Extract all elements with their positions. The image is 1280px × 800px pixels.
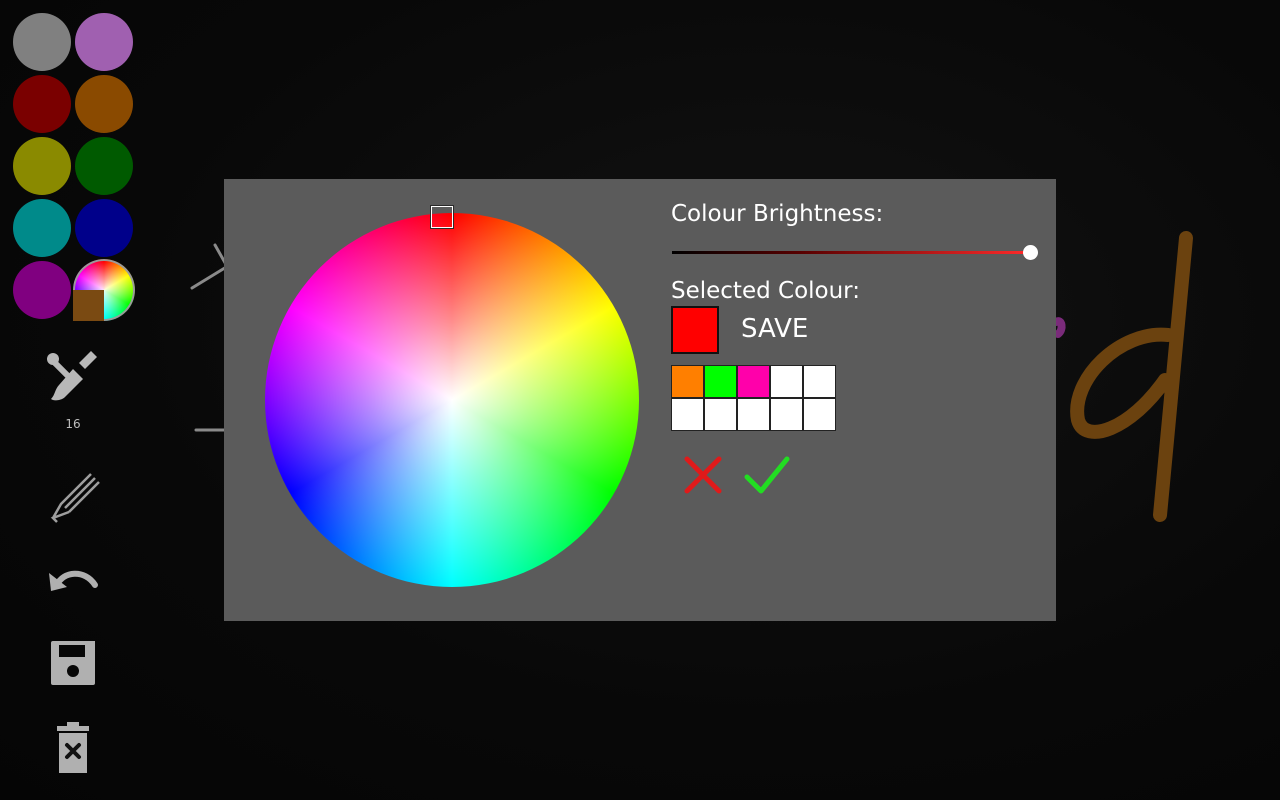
palette-swatch-brown-orange[interactable] xyxy=(75,75,133,133)
palette-swatch-purple[interactable] xyxy=(13,261,71,319)
current-colour-indicator xyxy=(73,290,104,321)
saved-colour-slot[interactable] xyxy=(804,399,835,430)
toolbar: 16 xyxy=(0,0,146,800)
brightness-slider-thumb[interactable] xyxy=(1022,245,1038,260)
brush-tool-button[interactable] xyxy=(40,342,106,408)
eraser-icon xyxy=(50,473,100,523)
confirm-button[interactable] xyxy=(743,452,791,498)
saved-colour-slot[interactable] xyxy=(738,399,769,430)
save-icon xyxy=(51,641,95,685)
palette-swatch-teal[interactable] xyxy=(13,199,71,257)
trash-icon xyxy=(57,722,89,773)
palette-swatch-grey[interactable] xyxy=(13,13,71,71)
palette-swatch-navy[interactable] xyxy=(75,199,133,257)
saved-colour-slot[interactable] xyxy=(804,366,835,397)
selected-colour-label: Selected Colour: xyxy=(671,278,860,304)
saved-colour-slot[interactable] xyxy=(738,366,769,397)
saved-colour-slot[interactable] xyxy=(771,399,802,430)
colour-picker-dialog: Colour Brightness: Selected Colour: SAVE xyxy=(224,179,1056,621)
close-icon xyxy=(684,456,722,494)
saved-colour-slot[interactable] xyxy=(705,399,736,430)
palette-swatch-lilac[interactable] xyxy=(75,13,133,71)
selected-colour-swatch xyxy=(671,306,719,354)
cancel-button[interactable] xyxy=(679,452,727,498)
undo-icon xyxy=(49,570,98,591)
clear-canvas-button[interactable] xyxy=(40,715,106,781)
saved-colours-grid xyxy=(671,365,836,431)
save-colour-button[interactable]: SAVE xyxy=(741,314,808,344)
saved-colour-slot[interactable] xyxy=(771,366,802,397)
colour-wheel-marker[interactable] xyxy=(430,205,454,229)
saved-colour-slot[interactable] xyxy=(705,366,736,397)
palette-swatch-dark-red[interactable] xyxy=(13,75,71,133)
palette-swatch-olive[interactable] xyxy=(13,137,71,195)
save-drawing-button[interactable] xyxy=(40,630,106,696)
checkmark-icon xyxy=(744,456,790,494)
palette-swatch-dark-green[interactable] xyxy=(75,137,133,195)
saved-colour-slot[interactable] xyxy=(672,399,703,430)
colour-wheel[interactable] xyxy=(265,213,639,587)
paintbrush-icon xyxy=(47,351,97,401)
eraser-tool-button[interactable] xyxy=(40,465,106,531)
brightness-slider-track[interactable] xyxy=(672,251,1030,254)
saved-colour-slot[interactable] xyxy=(672,366,703,397)
brightness-label: Colour Brightness: xyxy=(671,201,884,227)
brush-size-label: 16 xyxy=(65,417,81,431)
undo-button[interactable] xyxy=(40,548,106,614)
